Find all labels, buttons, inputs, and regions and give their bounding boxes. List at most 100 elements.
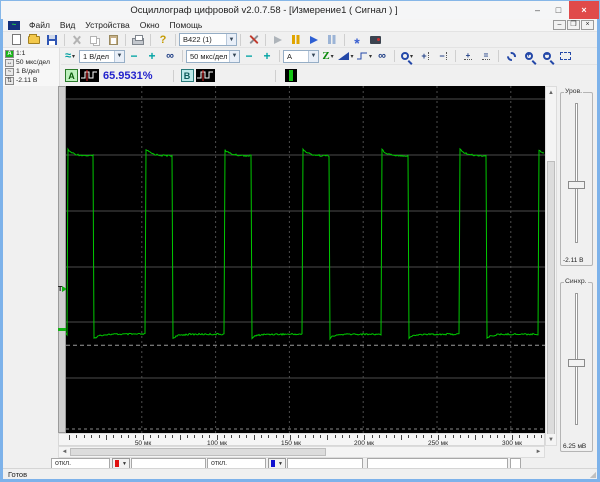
volts-increase-button[interactable]: +	[144, 49, 160, 64]
copy-icon	[90, 35, 97, 44]
zoom-mode-button[interactable]: ▾	[399, 49, 415, 64]
signal-indicator-icon[interactable]	[284, 69, 297, 82]
sine-icon: ≈	[64, 50, 72, 62]
time-per-div-combo[interactable]: 50 мкс/дел ▼	[186, 49, 240, 63]
ruler-tick	[378, 435, 380, 438]
binoculars-icon: ∞	[166, 50, 174, 62]
minimize-button[interactable]: –	[527, 1, 548, 19]
chevron-down-icon[interactable]: ▼	[226, 34, 236, 45]
oscilloscope-plot[interactable]	[66, 86, 545, 433]
measure-waveform-a-icon[interactable]	[80, 69, 99, 82]
marker-strip[interactable]: Т	[58, 86, 71, 433]
volts-decrease-button[interactable]: −	[126, 49, 142, 64]
paste-button[interactable]	[105, 32, 121, 47]
menu-help[interactable]: Помощь	[165, 20, 208, 30]
close-button[interactable]: ×	[569, 1, 599, 19]
start-button[interactable]	[270, 32, 286, 47]
ruler-tick	[386, 435, 388, 438]
pause-button[interactable]	[288, 32, 304, 47]
level-icon: ⇅	[5, 76, 14, 85]
volts-per-div-combo[interactable]: 1 В/дел ▼	[79, 49, 125, 63]
trigger-mode-button[interactable]: Z ▾	[320, 49, 336, 64]
ruler-tick	[268, 435, 270, 438]
zoom-v-out-button[interactable]: =	[478, 49, 494, 64]
scroll-down-button[interactable]: ▼	[546, 434, 556, 445]
ruler-tick	[76, 435, 78, 438]
help-icon: ?	[159, 33, 167, 46]
scroll-up-button[interactable]: ▲	[546, 87, 556, 98]
play-blue-icon	[310, 35, 318, 44]
scroll-right-button[interactable]: ►	[533, 447, 544, 457]
level-slider-track[interactable]	[575, 103, 578, 243]
single-start-button[interactable]	[306, 32, 322, 47]
trigger-slope-button[interactable]: ▾	[338, 49, 354, 64]
trigger-edge-button[interactable]: ▾	[356, 49, 372, 64]
trigger-search-button[interactable]: ∞	[374, 49, 390, 64]
pause-dim-icon	[328, 35, 331, 44]
ruler-tick	[356, 435, 358, 438]
time-decrease-button[interactable]: −	[241, 49, 257, 64]
chevron-down-icon: ▼	[278, 460, 283, 467]
freeze-button[interactable]: *	[349, 32, 365, 50]
status-bar: Готов ◢	[3, 468, 597, 479]
chevron-down-icon[interactable]: ▼	[114, 50, 124, 62]
zoom-v-in-icon: +	[464, 50, 473, 60]
level-slider-thumb[interactable]	[568, 181, 585, 189]
zoom-in-button[interactable]	[521, 49, 537, 64]
sync-slider-thumb[interactable]	[568, 359, 585, 367]
coupling-button[interactable]: ≈ ▾	[62, 49, 78, 64]
zoom-h-in-button[interactable]: +	[417, 49, 433, 64]
save-button[interactable]	[44, 32, 60, 47]
ruler-tick	[179, 435, 181, 440]
zoom-window-button[interactable]	[557, 49, 573, 64]
menu-file[interactable]: Файл	[24, 20, 55, 30]
ruler-tick	[305, 435, 307, 438]
ruler-tick	[489, 435, 491, 438]
ruler-tick	[482, 435, 484, 438]
maximize-button[interactable]: □	[548, 1, 569, 19]
time-increase-button[interactable]: +	[259, 49, 275, 64]
scroll-left-button[interactable]: ◄	[59, 447, 70, 457]
menu-view[interactable]: Вид	[55, 20, 80, 30]
zoom-h-out-button[interactable]: −	[435, 49, 451, 64]
mdi-minimize-button[interactable]: –	[553, 20, 566, 30]
vertical-scrollbar[interactable]: ▲ ▼	[545, 86, 557, 446]
vertical-scrollbar-thumb[interactable]	[547, 161, 555, 435]
measure-waveform-b-icon[interactable]	[195, 69, 215, 82]
cut-button[interactable]	[69, 32, 85, 47]
zoom-settings-button[interactable]	[503, 49, 519, 64]
level-group-title: Уров.	[564, 88, 584, 95]
device-settings-button[interactable]	[245, 32, 261, 47]
ruler-tick	[364, 435, 366, 440]
print-button[interactable]	[130, 32, 146, 47]
new-button[interactable]	[8, 32, 24, 47]
horizontal-scrollbar-thumb[interactable]	[70, 448, 326, 456]
mdi-close-button[interactable]: ×	[581, 20, 594, 30]
ruler-tick	[253, 435, 255, 440]
chevron-down-icon[interactable]: ▼	[308, 50, 318, 62]
single-pause-button[interactable]	[324, 32, 340, 47]
copy-button[interactable]	[87, 32, 103, 47]
zoom-v-in-button[interactable]: +	[460, 49, 476, 64]
resize-grip[interactable]: ◢	[590, 470, 596, 479]
window-title: Осциллограф цифровой v2.0.7.58 - [Измере…	[130, 4, 398, 16]
trigger-channel-combo[interactable]: A ▼	[283, 49, 319, 63]
horizontal-scrollbar[interactable]: ◄ ►	[58, 446, 545, 458]
separator	[498, 50, 500, 62]
chevron-down-icon[interactable]: ▼	[229, 50, 239, 62]
info-timebase-row: ↔ 50 мкс/дел	[3, 58, 59, 67]
help-button[interactable]: ?	[155, 32, 171, 47]
open-button[interactable]	[26, 32, 42, 47]
device-combo[interactable]: B422 (1) ▼	[179, 33, 237, 46]
minus-icon: −	[130, 49, 138, 63]
ruler-tick	[401, 435, 403, 440]
timebase-value: 50 мкс/дел	[16, 59, 50, 66]
paste-icon	[108, 34, 118, 45]
menu-window[interactable]: Окно	[135, 20, 165, 30]
capture-button[interactable]	[367, 32, 383, 47]
volts-search-button[interactable]: ∞	[162, 49, 178, 64]
minus-icon: −	[245, 49, 253, 63]
zoom-out-button[interactable]	[539, 49, 555, 64]
menu-devices[interactable]: Устройства	[80, 20, 134, 30]
mdi-restore-button[interactable]: ❒	[567, 20, 580, 30]
